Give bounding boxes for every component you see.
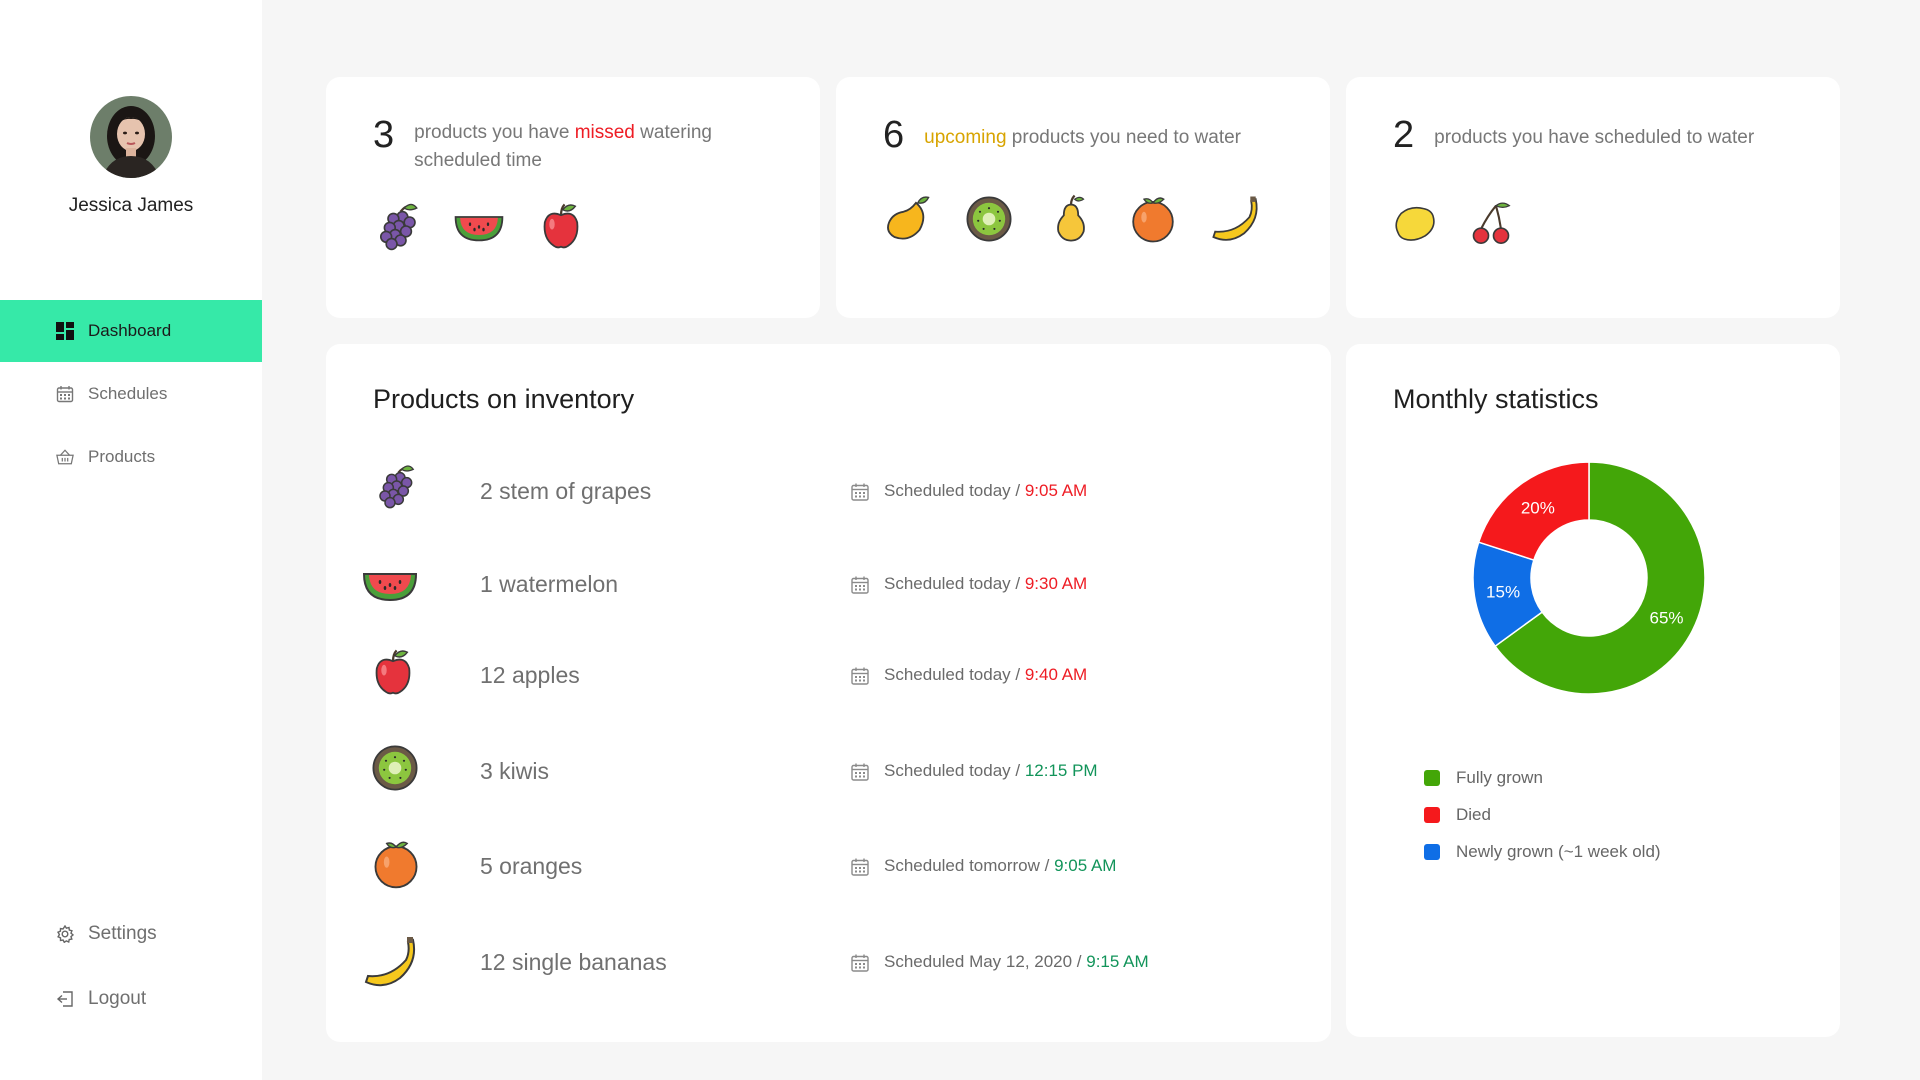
banana-icon bbox=[360, 932, 420, 992]
missed-fruit-row bbox=[370, 199, 588, 253]
donut-chart: 65% 15% 20% bbox=[1473, 462, 1705, 694]
grapes-icon[interactable] bbox=[370, 199, 424, 253]
upcoming-count: 6 bbox=[883, 114, 905, 156]
missed-summary-card: 3 products you have missed watering sche… bbox=[326, 77, 820, 318]
product-name: 3 kiwis bbox=[480, 758, 550, 784]
sidebar: Jessica James Dashboard Schedules Produc… bbox=[0, 0, 262, 1080]
legend-label: Fully grown bbox=[1456, 767, 1543, 787]
inventory-row[interactable]: 3 kiwis Scheduled today / 12:15 PM bbox=[360, 741, 1260, 801]
scheduled-text: products you have scheduled to water bbox=[1434, 127, 1755, 148]
schedule-text: Scheduled today / 9:30 AM bbox=[884, 574, 1088, 593]
lemon-icon[interactable] bbox=[1390, 199, 1438, 247]
statistics-title: Monthly statistics bbox=[1393, 384, 1599, 414]
kiwi-icon bbox=[368, 741, 422, 795]
calendar-icon bbox=[850, 482, 870, 502]
schedule-text: Scheduled May 12, 2020 / 9:15 AM bbox=[884, 952, 1149, 971]
legend-item-died[interactable]: Died bbox=[1424, 796, 1661, 833]
donut-slice-label: 65% bbox=[1650, 608, 1684, 627]
settings-button[interactable]: Settings bbox=[0, 903, 262, 965]
pear-icon[interactable] bbox=[1044, 192, 1098, 246]
banana-icon[interactable] bbox=[1208, 192, 1262, 246]
upcoming-highlight: upcoming bbox=[924, 127, 1007, 148]
schedule-time: 12:15 PM bbox=[1024, 761, 1098, 780]
avatar[interactable] bbox=[90, 96, 172, 178]
schedule-time: 9:40 AM bbox=[1024, 665, 1088, 684]
product-name: 12 apples bbox=[480, 662, 580, 688]
calendar-icon bbox=[850, 666, 870, 686]
logout-button[interactable]: Logout bbox=[0, 968, 262, 1030]
missed-highlight: missed bbox=[574, 122, 635, 143]
product-name: 5 oranges bbox=[480, 853, 583, 879]
inventory-row[interactable]: 5 oranges Scheduled tomorrow / 9:05 AM bbox=[360, 836, 1260, 896]
inventory-row[interactable]: 2 stem of grapes Scheduled today / 9:05 … bbox=[360, 461, 1260, 521]
inventory-row[interactable]: 12 single bananas Scheduled May 12, 2020… bbox=[360, 932, 1260, 992]
inventory-card: Products on inventory 2 stem of grapes S… bbox=[326, 344, 1331, 1042]
cherry-icon[interactable] bbox=[1466, 199, 1516, 249]
sidebar-item-schedules[interactable]: Schedules bbox=[0, 363, 262, 425]
scheduled-count: 2 bbox=[1393, 114, 1415, 156]
user-name: Jessica James bbox=[68, 195, 194, 216]
missed-text: products you have missed watering schedu… bbox=[414, 122, 712, 171]
orange-icon bbox=[368, 836, 424, 892]
watermelon-icon bbox=[360, 554, 420, 614]
schedule-text: Scheduled today / 9:40 AM bbox=[884, 665, 1088, 684]
schedule-time: 9:15 AM bbox=[1086, 952, 1149, 971]
kiwi-icon[interactable] bbox=[962, 192, 1016, 246]
donut-slice-label: 15% bbox=[1486, 583, 1520, 602]
calendar-icon bbox=[850, 762, 870, 782]
calendar-icon bbox=[850, 953, 870, 973]
upcoming-text: upcoming products you need to water bbox=[924, 127, 1242, 148]
legend-swatch bbox=[1424, 769, 1440, 786]
scheduled-summary: 2 products you have scheduled to water bbox=[1393, 113, 1754, 157]
product-name: 2 stem of grapes bbox=[480, 478, 652, 504]
schedule-text: Scheduled today / 9:05 AM bbox=[884, 481, 1088, 500]
schedule-time: 9:05 AM bbox=[1024, 481, 1088, 500]
calendar-icon bbox=[850, 857, 870, 877]
schedule-time: 9:30 AM bbox=[1024, 574, 1088, 593]
donut-slice-label: 20% bbox=[1521, 499, 1555, 518]
sidebar-item-label: Schedules bbox=[88, 384, 168, 403]
scheduled-fruit-row bbox=[1390, 199, 1516, 249]
gear-icon bbox=[56, 925, 74, 943]
chart-legend: Fully grown Died Newly grown (~1 week ol… bbox=[1424, 759, 1661, 870]
product-name: 1 watermelon bbox=[480, 571, 619, 597]
dashboard-icon bbox=[56, 322, 74, 340]
logout-icon bbox=[56, 990, 74, 1008]
missed-count: 3 bbox=[373, 114, 395, 156]
inventory-row[interactable]: 12 apples Scheduled today / 9:40 AM bbox=[360, 645, 1260, 705]
legend-swatch bbox=[1424, 843, 1440, 860]
monthly-statistics-card: Monthly statistics 65% 15% 20% Fully grown… bbox=[1346, 344, 1840, 1037]
legend-swatch bbox=[1424, 806, 1440, 823]
apple-icon[interactable] bbox=[534, 199, 588, 253]
orange-icon[interactable] bbox=[1126, 192, 1180, 246]
missed-summary: 3 products you have missed watering sche… bbox=[373, 113, 754, 175]
upcoming-summary: 6 upcoming products you need to water bbox=[883, 113, 1241, 157]
settings-label: Settings bbox=[88, 923, 157, 944]
logout-label: Logout bbox=[88, 988, 147, 1009]
sidebar-item-label: Products bbox=[88, 447, 156, 466]
sidebar-item-products[interactable]: Products bbox=[0, 426, 262, 488]
apple-icon bbox=[366, 645, 420, 699]
calendar-icon bbox=[850, 575, 870, 595]
legend-label: Died bbox=[1456, 804, 1491, 824]
schedule-text: Scheduled today / 12:15 PM bbox=[884, 761, 1098, 780]
grapes-icon bbox=[370, 461, 420, 511]
product-name: 12 single bananas bbox=[480, 949, 667, 975]
inventory-row[interactable]: 1 watermelon Scheduled today / 9:30 AM bbox=[360, 554, 1260, 614]
upcoming-summary-card: 6 upcoming products you need to water bbox=[836, 77, 1330, 318]
scheduled-summary-card: 2 products you have scheduled to water bbox=[1346, 77, 1840, 318]
sidebar-item-label: Dashboard bbox=[88, 321, 172, 340]
upcoming-fruit-row bbox=[880, 192, 1262, 246]
schedule-text: Scheduled tomorrow / 9:05 AM bbox=[884, 856, 1117, 875]
calendar-icon bbox=[56, 385, 74, 403]
legend-label: Newly grown (~1 week old) bbox=[1456, 841, 1661, 861]
mango-icon[interactable] bbox=[880, 192, 934, 246]
watermelon-icon[interactable] bbox=[452, 199, 506, 253]
schedule-time: 9:05 AM bbox=[1054, 856, 1117, 875]
legend-item-fully-grown[interactable]: Fully grown bbox=[1424, 759, 1661, 796]
basket-icon bbox=[56, 448, 74, 466]
inventory-title: Products on inventory bbox=[373, 384, 635, 414]
legend-item-newly-grown[interactable]: Newly grown (~1 week old) bbox=[1424, 833, 1661, 870]
sidebar-item-dashboard[interactable]: Dashboard bbox=[0, 300, 262, 362]
